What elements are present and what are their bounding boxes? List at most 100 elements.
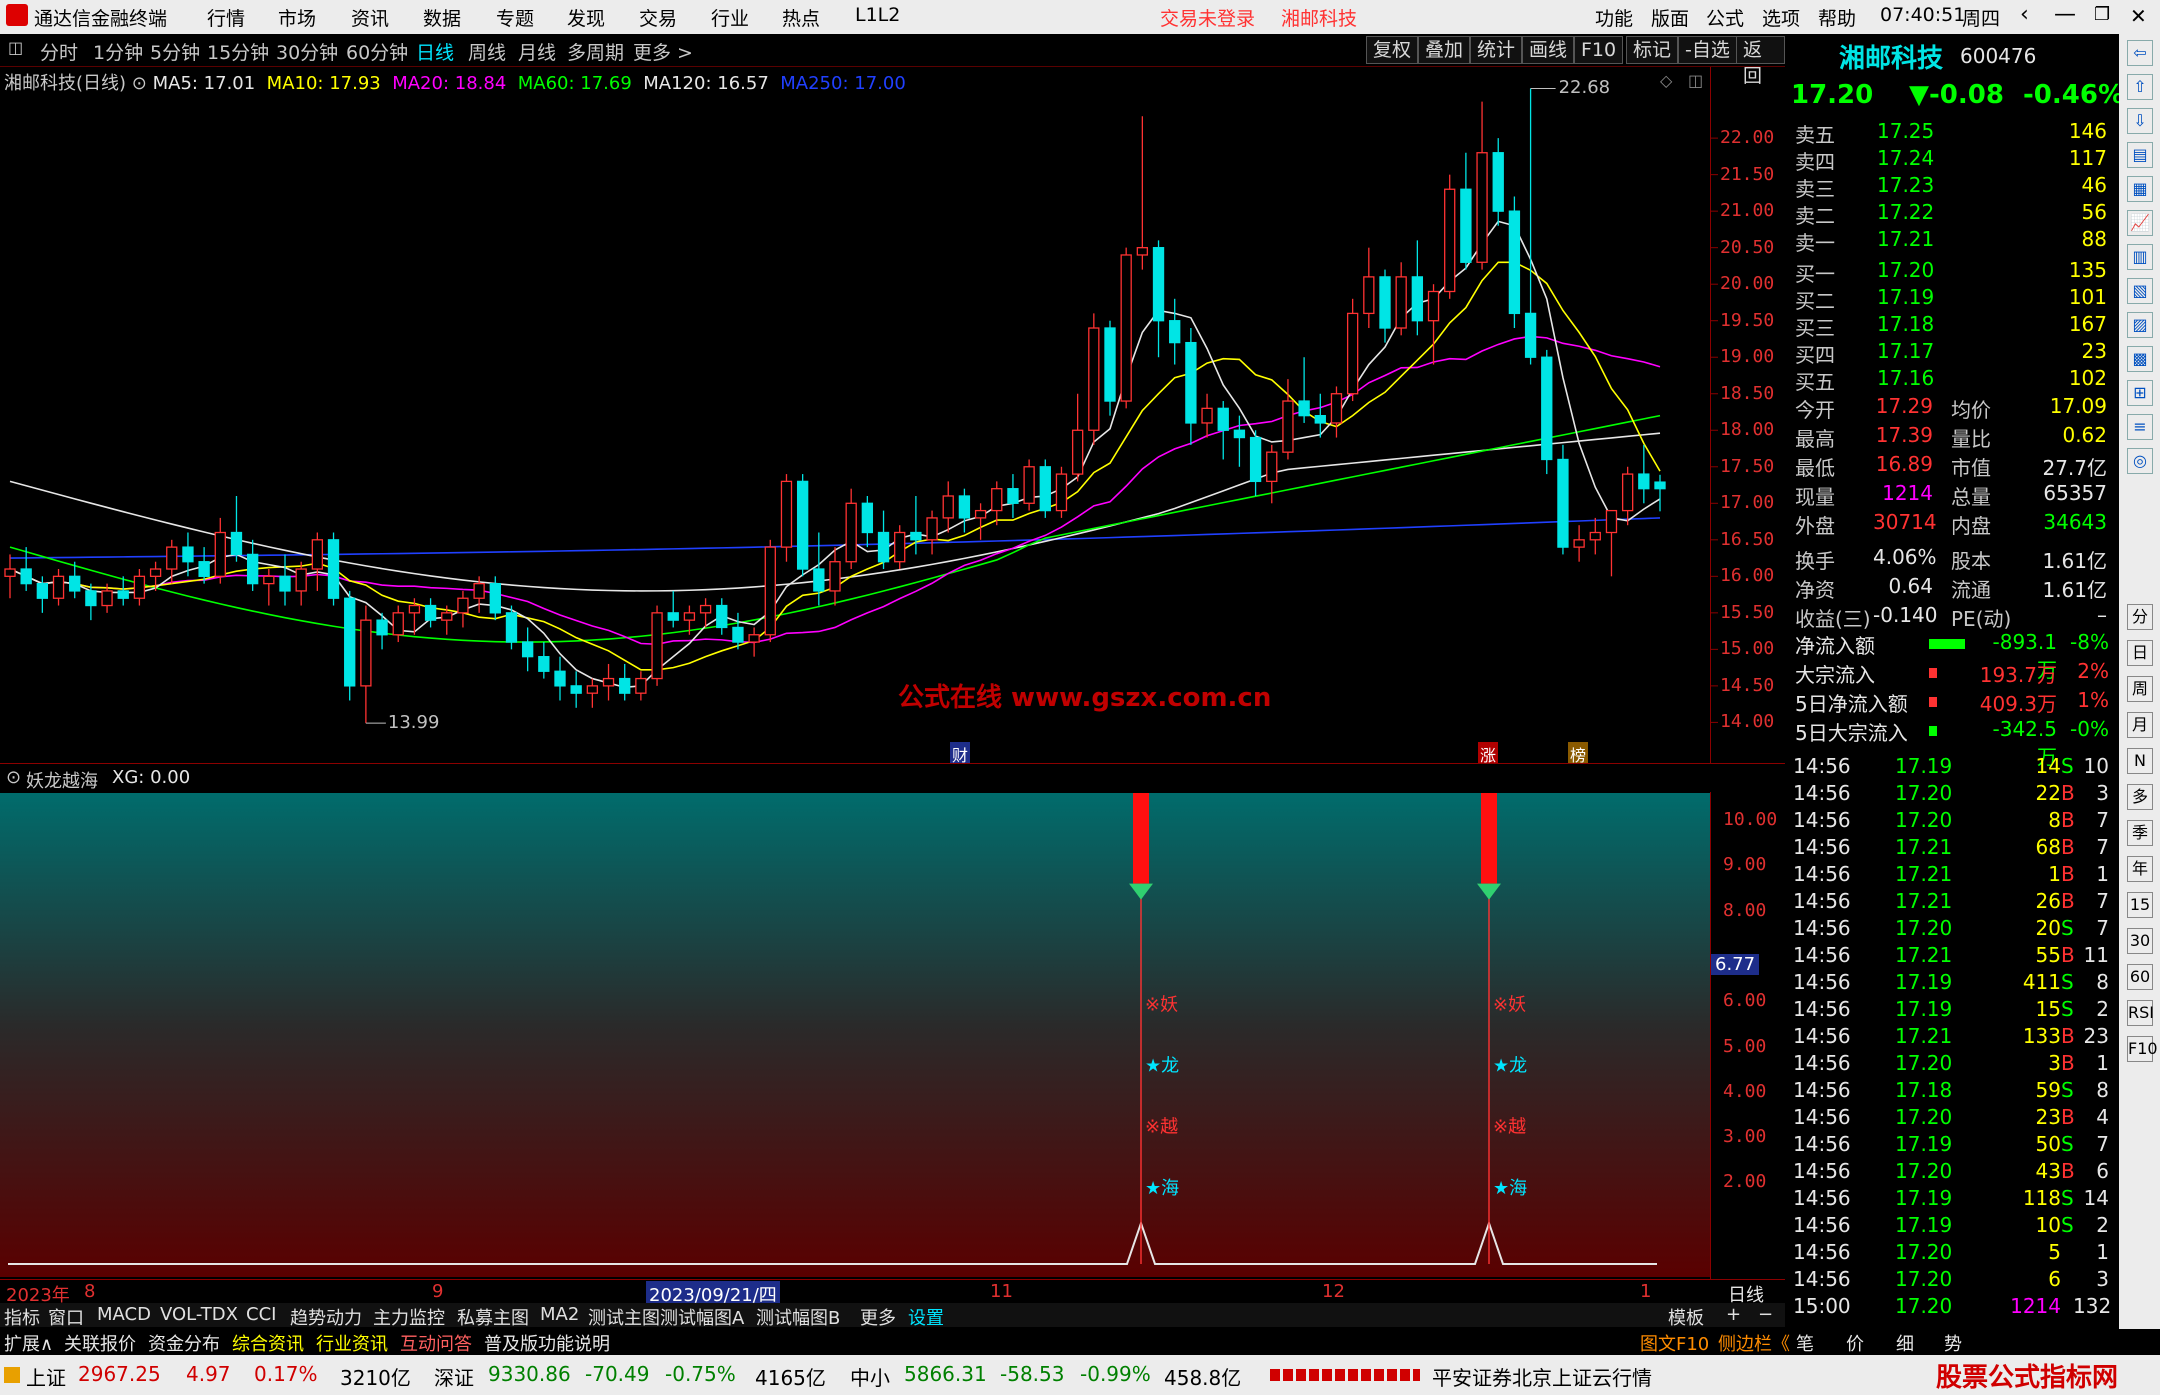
indicator-tab[interactable]: 设置	[908, 1304, 944, 1330]
extension-tab[interactable]: 互动问答	[400, 1330, 472, 1356]
zx-label[interactable]: 中小	[850, 1362, 890, 1391]
tab-detail[interactable]: 细	[1896, 1330, 1914, 1356]
period-more[interactable]: 更多 >	[633, 38, 693, 65]
menu-item-industry[interactable]: 行业	[711, 4, 749, 31]
indicator-tab[interactable]: VOL-TDX	[160, 1304, 238, 1325]
extension-tab[interactable]: 关联报价	[64, 1330, 136, 1356]
indicator-tab[interactable]: 私募主图	[457, 1304, 529, 1330]
menu-item-news[interactable]: 资讯	[351, 4, 389, 31]
side-period-icon[interactable]: 分	[2127, 604, 2153, 630]
toolbar-icon[interactable]: ▤	[2127, 142, 2153, 168]
toolbar-icon[interactable]: ▧	[2127, 278, 2153, 304]
extension-tab[interactable]: 资金分布	[148, 1330, 220, 1356]
menu-item-l1l2[interactable]: L1L2	[855, 4, 900, 26]
side-period-icon[interactable]: 周	[2127, 676, 2153, 702]
indicator-tab[interactable]: 趋势动力	[290, 1304, 362, 1330]
indicator-tab[interactable]: MACD	[97, 1304, 151, 1325]
extension-tab[interactable]: 综合资讯	[232, 1330, 304, 1356]
minimize-icon[interactable]: —	[2054, 2, 2076, 27]
menu-item-trade[interactable]: 交易	[639, 4, 677, 31]
period-weekly[interactable]: 周线	[468, 38, 506, 65]
indicator-tab[interactable]: 主力监控	[373, 1304, 445, 1330]
indicator-tab[interactable]: 更多	[860, 1304, 896, 1330]
draw-button[interactable]: 画线	[1522, 36, 1575, 64]
indicator-tab[interactable]: 测试主图	[588, 1304, 660, 1330]
side-period-icon[interactable]: N	[2127, 748, 2153, 774]
indicator-tab[interactable]: 测试幅图B	[756, 1304, 840, 1330]
indicator-tab[interactable]: 窗口	[48, 1304, 84, 1330]
menu-item-layout[interactable]: 版面	[1651, 4, 1689, 31]
trade-login-notice[interactable]: 交易未登录	[1160, 4, 1255, 31]
extension-tab[interactable]: 扩展∧	[4, 1330, 53, 1356]
period-multi[interactable]: 多周期	[567, 38, 624, 65]
toolbar-icon[interactable]: ≡	[2127, 414, 2153, 440]
period-monthly[interactable]: 月线	[518, 38, 556, 65]
toolbar-icon[interactable]: ▩	[2127, 346, 2153, 372]
period-30min[interactable]: 30分钟	[276, 38, 338, 65]
overlay-button[interactable]: 叠加	[1418, 36, 1471, 64]
return-button[interactable]: 返回	[1736, 36, 1785, 87]
stock-name-link[interactable]: 湘邮科技	[1281, 4, 1357, 31]
period-15min[interactable]: 15分钟	[207, 38, 269, 65]
side-period-icon[interactable]: 30	[2127, 928, 2153, 954]
menu-item-hangqing[interactable]: 行情	[207, 4, 245, 31]
menu-item-help[interactable]: 帮助	[1818, 4, 1856, 31]
period-daily[interactable]: 日线	[416, 38, 454, 65]
side-period-icon[interactable]: 15	[2127, 892, 2153, 918]
menu-item-market[interactable]: 市场	[278, 4, 316, 31]
remove-tab-icon[interactable]: −	[1758, 1304, 1773, 1325]
add-tab-icon[interactable]: +	[1726, 1304, 1741, 1325]
side-period-icon[interactable]: 日	[2127, 640, 2153, 666]
tab-bi[interactable]: 笔	[1796, 1330, 1814, 1356]
sz-label[interactable]: 深证	[434, 1362, 474, 1391]
side-period-icon[interactable]: 60	[2127, 964, 2153, 990]
tab-f10-graphic[interactable]: 图文F10	[1640, 1330, 1709, 1356]
period-60min[interactable]: 60分钟	[346, 38, 408, 65]
indicator-tab[interactable]: CCI	[246, 1304, 276, 1325]
tab-trend[interactable]: 势	[1944, 1330, 1962, 1356]
menu-item-topics[interactable]: 专题	[496, 4, 534, 31]
template-button[interactable]: 模板	[1668, 1304, 1704, 1330]
toolbar-icon[interactable]: ▦	[2127, 176, 2153, 202]
tab-price[interactable]: 价	[1846, 1330, 1864, 1356]
back-arrow-icon[interactable]: ‹	[2020, 2, 2029, 27]
side-period-icon[interactable]: 年	[2127, 856, 2153, 882]
menu-item-hot[interactable]: 热点	[782, 4, 820, 31]
indicator-tab[interactable]: 测试幅图A	[660, 1304, 744, 1330]
menu-item-data[interactable]: 数据	[423, 4, 461, 31]
status-icon[interactable]	[4, 1367, 20, 1383]
toolbar-icon[interactable]: ⇦	[2127, 40, 2153, 66]
menu-item-options[interactable]: 选项	[1762, 4, 1800, 31]
side-period-icon[interactable]: 月	[2127, 712, 2153, 738]
sh-label[interactable]: 上证	[26, 1362, 66, 1391]
toolbar-icon[interactable]: ⇩	[2127, 108, 2153, 134]
side-period-icon[interactable]: 多	[2127, 784, 2153, 810]
restore-icon[interactable]: ❐	[2094, 4, 2110, 25]
tab-sidebar[interactable]: 侧边栏《	[1718, 1330, 1790, 1356]
mark-button[interactable]: 标记	[1626, 36, 1679, 64]
side-period-icon[interactable]: 季	[2127, 820, 2153, 846]
menu-item-formula[interactable]: 公式	[1706, 4, 1744, 31]
f10-button[interactable]: F10	[1574, 36, 1624, 64]
menu-item-function[interactable]: 功能	[1595, 4, 1633, 31]
watchlist-button[interactable]: -自选	[1678, 36, 1737, 64]
indicator-tab[interactable]: MA2	[540, 1304, 579, 1325]
extension-tab[interactable]: 普及版功能说明	[484, 1330, 610, 1356]
panel-toggle-icon[interactable]: ◫	[8, 38, 23, 57]
toolbar-icon[interactable]: ▨	[2127, 312, 2153, 338]
toolbar-icon[interactable]: ⇧	[2127, 74, 2153, 100]
close-icon[interactable]: ✕	[2130, 4, 2147, 28]
broker-label[interactable]: 平安证券北京上证云行情	[1432, 1362, 1652, 1391]
period-fenshi[interactable]: 分时	[40, 38, 78, 65]
indicator-tab[interactable]: 指标	[4, 1304, 40, 1330]
indicator-toggle-icon[interactable]: ⊙	[6, 767, 21, 788]
toolbar-icon[interactable]: ◎	[2127, 448, 2153, 474]
toolbar-icon[interactable]: ⊞	[2127, 380, 2153, 406]
menu-item-discover[interactable]: 发现	[567, 4, 605, 31]
fuquan-button[interactable]: 复权	[1366, 36, 1419, 64]
extension-tab[interactable]: 行业资讯	[316, 1330, 388, 1356]
period-1min[interactable]: 1分钟	[93, 38, 143, 65]
side-period-icon[interactable]: F10	[2127, 1036, 2158, 1062]
toolbar-icon[interactable]: 📈	[2127, 210, 2153, 236]
stats-button[interactable]: 统计	[1470, 36, 1523, 64]
